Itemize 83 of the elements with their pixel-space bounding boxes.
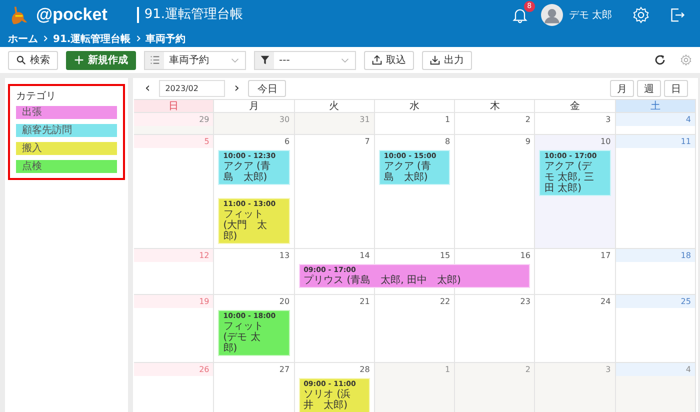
day-number: 20 xyxy=(278,296,291,308)
day-number: 12 xyxy=(134,249,214,262)
logout-icon[interactable] xyxy=(668,6,686,24)
filter-icon xyxy=(260,55,270,65)
search-icon xyxy=(16,55,26,65)
day-number: 3 xyxy=(604,114,612,126)
day-number: 18 xyxy=(616,249,695,262)
day-number: 26 xyxy=(134,363,214,376)
category-item[interactable]: 搬入 xyxy=(16,142,117,155)
day-number: 9 xyxy=(524,136,532,148)
day-number: 4 xyxy=(616,363,695,376)
day-number: 27 xyxy=(278,364,291,376)
page-title: 91.運転管理台帳 xyxy=(137,7,244,23)
app-logo[interactable]: @pocket xyxy=(36,5,108,25)
settings-icon[interactable] xyxy=(680,54,692,66)
day-number: 7 xyxy=(364,136,371,148)
day-number: 30 xyxy=(278,114,291,126)
user-name[interactable]: デモ 太郎 xyxy=(568,8,612,22)
export-button[interactable]: 出力 xyxy=(422,50,472,70)
day-number: 4 xyxy=(616,113,695,126)
day-number: 5 xyxy=(134,135,214,148)
day-number: 14 xyxy=(358,250,371,262)
view-button[interactable]: 月 xyxy=(610,80,634,97)
day-number: 13 xyxy=(278,250,291,262)
avatar-icon[interactable] xyxy=(540,4,563,26)
day-number: 28 xyxy=(358,364,371,376)
breadcrumb-link[interactable]: ホーム xyxy=(8,32,38,46)
event-title: アクア (青島 太郎) xyxy=(384,161,432,183)
category-item[interactable]: 出張 xyxy=(16,106,117,119)
day-number: 15 xyxy=(438,250,452,262)
weekday-header: 日 xyxy=(134,100,214,113)
bell-icon[interactable] xyxy=(510,6,529,24)
search-button[interactable]: 検索 xyxy=(8,50,58,70)
day-number: 10 xyxy=(600,136,612,148)
day-number: 19 xyxy=(134,295,214,308)
caret-icon xyxy=(341,58,349,62)
day-number: 6 xyxy=(283,136,291,148)
day-number: 11 xyxy=(616,135,695,148)
day-number: 16 xyxy=(519,250,532,262)
today-button[interactable]: 今日 xyxy=(248,80,286,97)
refresh-icon[interactable] xyxy=(654,54,666,66)
day-number: 22 xyxy=(438,296,452,308)
chevron-icon xyxy=(43,35,48,42)
previous-button[interactable]: ‹ xyxy=(142,82,154,96)
day-number: 8 xyxy=(444,136,452,148)
list-icon xyxy=(150,55,160,65)
day-number: 21 xyxy=(358,296,371,308)
filter-select[interactable]: --- xyxy=(254,50,356,70)
month-field[interactable]: 2023/02 xyxy=(159,80,226,97)
event-title: フィット (デモ 太郎) xyxy=(223,321,264,354)
day-number: 2 xyxy=(524,114,532,126)
breadcrumb-link[interactable]: 91.運転管理台帳 xyxy=(53,32,131,46)
day-number: 3 xyxy=(604,364,612,376)
event-title: アクア (青島 太郎) xyxy=(223,161,272,183)
day-number: 1 xyxy=(444,364,452,376)
day-number: 24 xyxy=(600,296,612,308)
new-button[interactable]: 新規作成 xyxy=(66,50,136,70)
category-item[interactable]: 点検 xyxy=(16,160,117,173)
view-button[interactable]: 週 xyxy=(637,80,661,97)
day-number: 1 xyxy=(444,114,452,126)
category-title: カテゴリ xyxy=(16,90,57,103)
upload-icon xyxy=(372,55,382,65)
view-button[interactable]: 日 xyxy=(664,80,688,97)
day-number: 29 xyxy=(134,113,214,126)
view-select[interactable]: 車両予約 xyxy=(144,50,246,70)
download-icon xyxy=(430,55,440,65)
day-number: 17 xyxy=(600,250,612,262)
weekday-header: 土 xyxy=(616,100,696,113)
category-item[interactable]: 顧客先訪問 xyxy=(16,124,117,137)
caret-icon xyxy=(231,58,239,62)
day-number: 31 xyxy=(358,114,371,126)
event-title: ソリオ (浜井 太郎) xyxy=(304,389,352,411)
event-title: フィット (大門 太郎) xyxy=(223,209,268,242)
chevron-icon xyxy=(136,35,141,42)
day-number: 25 xyxy=(616,295,695,308)
day-number: 2 xyxy=(524,364,532,376)
breadcrumb-link[interactable]: 車両予約 xyxy=(146,32,186,46)
import-button[interactable]: 取込 xyxy=(364,50,414,70)
event-title: アクア (デモ 太郎, 三田 太郎) xyxy=(544,161,595,194)
event-title: プリウス (青島 太郎, 田中 太郎) xyxy=(304,275,462,286)
day-number: 23 xyxy=(519,296,532,308)
next-button[interactable]: › xyxy=(231,82,242,96)
plus-icon xyxy=(74,55,84,65)
